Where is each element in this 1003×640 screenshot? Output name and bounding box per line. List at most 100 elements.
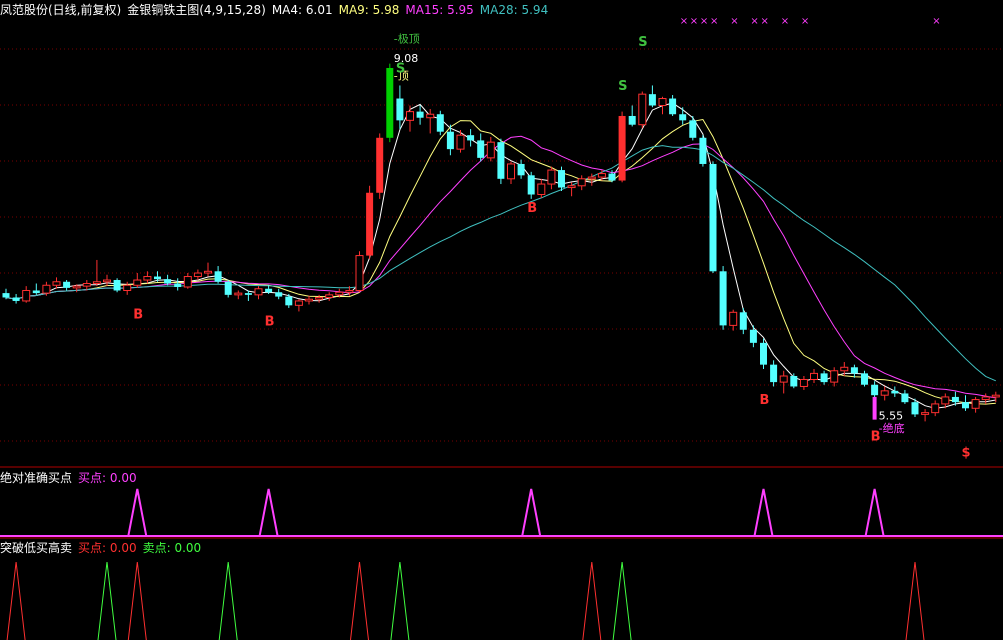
candle (193, 269, 202, 281)
candle-body (850, 367, 858, 374)
candle (386, 63, 394, 143)
candle (749, 325, 757, 348)
candle (669, 95, 677, 116)
candle-body (123, 284, 132, 291)
buy-marker: $ (962, 445, 971, 460)
buy-marker: B (760, 393, 770, 408)
sell-marker: S (396, 61, 405, 76)
candle-body (790, 376, 798, 387)
panel2-buy-spike (258, 488, 279, 537)
panel3-sell-label: 卖点: 0.00 (142, 541, 202, 555)
candle-body (446, 131, 454, 150)
candle-body (558, 170, 565, 188)
candle (497, 138, 505, 185)
candle (628, 105, 636, 127)
candle-body (183, 276, 192, 288)
candle (537, 178, 546, 198)
candle (204, 262, 212, 277)
candle (679, 107, 687, 125)
candle-body (52, 281, 61, 286)
candle-body (174, 283, 182, 287)
bottom-signal-bar (872, 396, 877, 420)
candle-body (981, 396, 990, 401)
ma15-label: MA15: 5.95 (405, 3, 474, 17)
candle-body (770, 364, 778, 383)
candle (355, 251, 364, 293)
candle-body (931, 403, 940, 414)
candle (517, 159, 525, 179)
candle-body (861, 373, 868, 385)
candle (12, 293, 20, 304)
candle-body (628, 115, 636, 125)
price-annotation: -极顶 (394, 32, 420, 46)
candle (577, 175, 586, 191)
panel3-buy-spike (905, 561, 925, 640)
candle (658, 96, 667, 115)
panel3-sell-spike (612, 561, 632, 640)
candle-body (345, 289, 354, 293)
candle-body (12, 297, 20, 301)
candle-body (760, 342, 767, 365)
candle-body (810, 372, 818, 380)
price-annotation: -绝底 (879, 421, 905, 435)
candle-body (497, 142, 505, 179)
sell-marker: S (638, 35, 647, 50)
top-x-mark: × (781, 16, 789, 27)
stock-title: 凤范股份(日线,前复权) (0, 3, 122, 17)
candle (739, 307, 747, 335)
candle-body (294, 300, 303, 306)
candle (103, 274, 111, 287)
candle-body (517, 163, 525, 176)
candle (224, 280, 232, 298)
candle-body (608, 173, 616, 181)
candle-body (901, 393, 909, 403)
candle (638, 91, 647, 129)
candle (254, 286, 263, 300)
candle-body (648, 94, 656, 106)
candle (366, 185, 374, 260)
buy-marker: B (265, 314, 275, 329)
panel2-header: 绝对准确买点 买点: 0.00 (0, 471, 143, 485)
candle (396, 85, 404, 130)
candle (810, 369, 818, 383)
candle-body (840, 366, 849, 372)
candle (901, 389, 909, 404)
panel3-buy-label: 买点: 0.00 (78, 541, 137, 555)
top-x-mark: × (700, 16, 708, 27)
candle (22, 286, 31, 303)
candle-body (164, 279, 172, 284)
candle (113, 278, 121, 293)
candle (962, 395, 969, 411)
candle (719, 266, 727, 330)
candle (275, 288, 283, 300)
candle-body (991, 394, 1000, 398)
candle-body (962, 402, 969, 409)
candle-body (618, 115, 626, 181)
candle-body (689, 120, 697, 138)
candle (981, 393, 990, 404)
candle-body (63, 281, 71, 288)
main-panel-header: 凤范股份(日线,前复权) 金银铜铁主图(4,9,15,28) MA4: 6.01 MA… (0, 3, 554, 17)
price-annotation: 5.55 (879, 410, 904, 423)
candle-body (658, 98, 667, 107)
top-x-mark: × (710, 16, 718, 27)
candle (467, 129, 475, 147)
candle (699, 135, 707, 167)
candle-body (467, 135, 475, 141)
candle (779, 370, 788, 394)
candle (891, 386, 899, 397)
candle (527, 171, 535, 199)
candle (547, 166, 556, 190)
indicator-name: 金银铜铁主图(4,9,15,28) (127, 3, 266, 17)
candle-body (820, 373, 828, 383)
candle-body (32, 290, 40, 294)
candle (305, 295, 313, 305)
candle (234, 290, 243, 300)
panel3-buy-spike (582, 561, 602, 640)
top-x-mark: × (750, 16, 758, 27)
candle-body (72, 285, 81, 289)
candle-body (941, 396, 950, 405)
panel2-title: 绝对准确买点 (0, 471, 73, 485)
candle (456, 129, 465, 153)
panel2-buy-spike (753, 488, 774, 537)
